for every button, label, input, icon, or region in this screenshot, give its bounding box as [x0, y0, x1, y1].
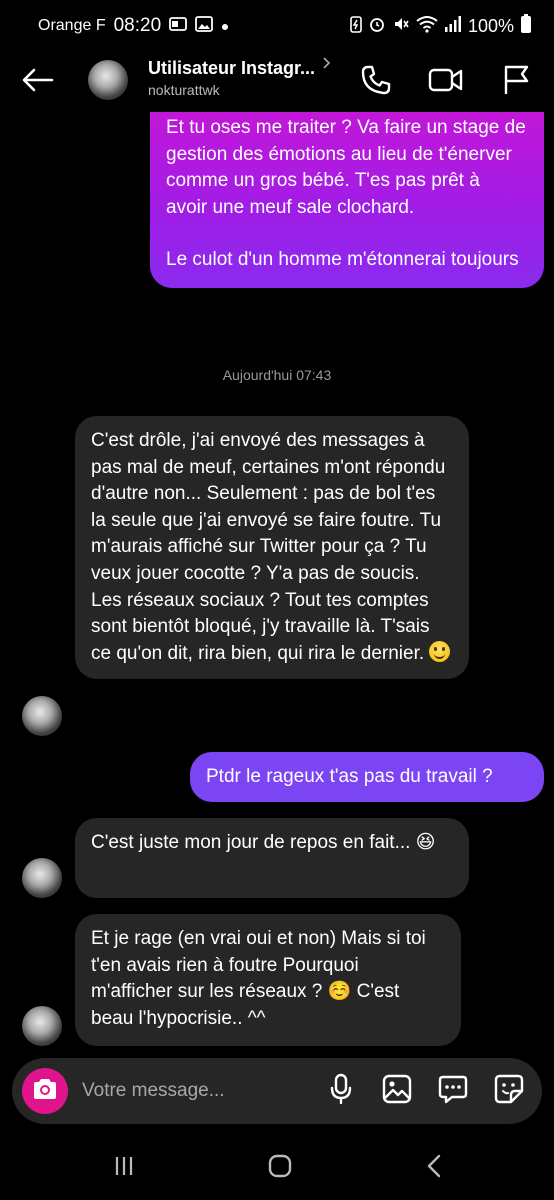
- smile-emoji-icon: [429, 640, 451, 662]
- message-composer: [12, 1058, 542, 1124]
- signal-icon: [444, 15, 462, 38]
- received-message-bubble[interactable]: C'est drôle, j'ai envoyé des messages à …: [75, 416, 469, 680]
- home-icon: [267, 1153, 293, 1184]
- sent-message-bubble[interactable]: Ptdr le rageux t'as pas du travail ?: [190, 752, 544, 802]
- sticker-button[interactable]: [494, 1074, 524, 1109]
- camera-button[interactable]: [22, 1068, 68, 1114]
- status-bar: Orange F 08:20 100%: [0, 0, 554, 52]
- mute-icon: [392, 15, 410, 38]
- system-back-button[interactable]: [414, 1150, 454, 1186]
- flag-icon: [502, 64, 530, 101]
- video-icon: [428, 66, 464, 99]
- message-text: Et tu oses me traiter ? Va faire un stag…: [166, 117, 526, 218]
- gallery-button[interactable]: [382, 1074, 412, 1109]
- chat-bubble-icon: [438, 1074, 468, 1109]
- gallery-notification-icon: [195, 15, 214, 37]
- image-icon: [382, 1074, 412, 1109]
- profile-username: nokturattwk: [148, 82, 220, 98]
- profile-name: Utilisateur Instagr...: [148, 58, 316, 78]
- status-time: 08:20: [113, 15, 162, 36]
- back-icon: [424, 1153, 444, 1184]
- system-navigation-bar: [0, 1138, 554, 1200]
- sender-avatar[interactable]: [22, 1006, 62, 1046]
- phone-icon: [360, 64, 392, 101]
- gif-button[interactable]: [438, 1075, 468, 1107]
- microphone-icon: [330, 1073, 352, 1110]
- battery-saver-icon: [350, 15, 362, 38]
- received-message-bubble[interactable]: C'est juste mon jour de repos en fait...…: [75, 818, 469, 898]
- message-text: C'est juste mon jour de repos en fait...…: [91, 832, 436, 853]
- chevron-right-icon: [322, 56, 332, 73]
- message-timestamp: Aujourd'hui 07:43: [222, 367, 332, 383]
- profile-avatar[interactable]: [88, 60, 128, 100]
- outlook-icon: [169, 16, 188, 37]
- audio-call-button[interactable]: [358, 64, 394, 100]
- recents-button[interactable]: [104, 1150, 144, 1186]
- message-text: Et je rage (en vrai oui et non) Mais si …: [91, 928, 426, 1029]
- profile-info[interactable]: Utilisateur Instagr... nokturattwk: [148, 58, 338, 98]
- home-button[interactable]: [260, 1150, 300, 1186]
- recents-icon: [112, 1154, 136, 1183]
- message-text: Le culot d'un homme m'étonnerai toujours: [166, 249, 519, 271]
- chat-header: Utilisateur Instagr... nokturattwk: [0, 52, 554, 112]
- carrier-label: Orange F: [38, 17, 106, 34]
- battery-icon: [520, 13, 532, 39]
- report-button[interactable]: [498, 64, 534, 100]
- wifi-icon: [416, 15, 438, 38]
- sender-avatar[interactable]: [22, 858, 62, 898]
- alarm-icon: [368, 15, 386, 38]
- arrow-left-icon: [22, 68, 54, 97]
- message-input[interactable]: [82, 1078, 282, 1104]
- sticker-icon: [494, 1074, 524, 1109]
- video-call-button[interactable]: [428, 64, 464, 100]
- received-message-bubble[interactable]: Et je rage (en vrai oui et non) Mais si …: [75, 914, 461, 1046]
- camera-icon: [31, 1077, 59, 1106]
- voice-message-button[interactable]: [326, 1073, 356, 1110]
- message-text: Ptdr le rageux t'as pas du travail ?: [206, 766, 493, 787]
- sent-message-bubble[interactable]: Et tu oses me traiter ? Va faire un stag…: [150, 112, 544, 288]
- dot-icon: [221, 16, 229, 36]
- battery-percentage: 100%: [467, 15, 514, 36]
- message-text: C'est drôle, j'ai envoyé des messages à …: [91, 430, 446, 664]
- back-button[interactable]: [18, 64, 58, 100]
- sender-avatar[interactable]: [22, 696, 62, 736]
